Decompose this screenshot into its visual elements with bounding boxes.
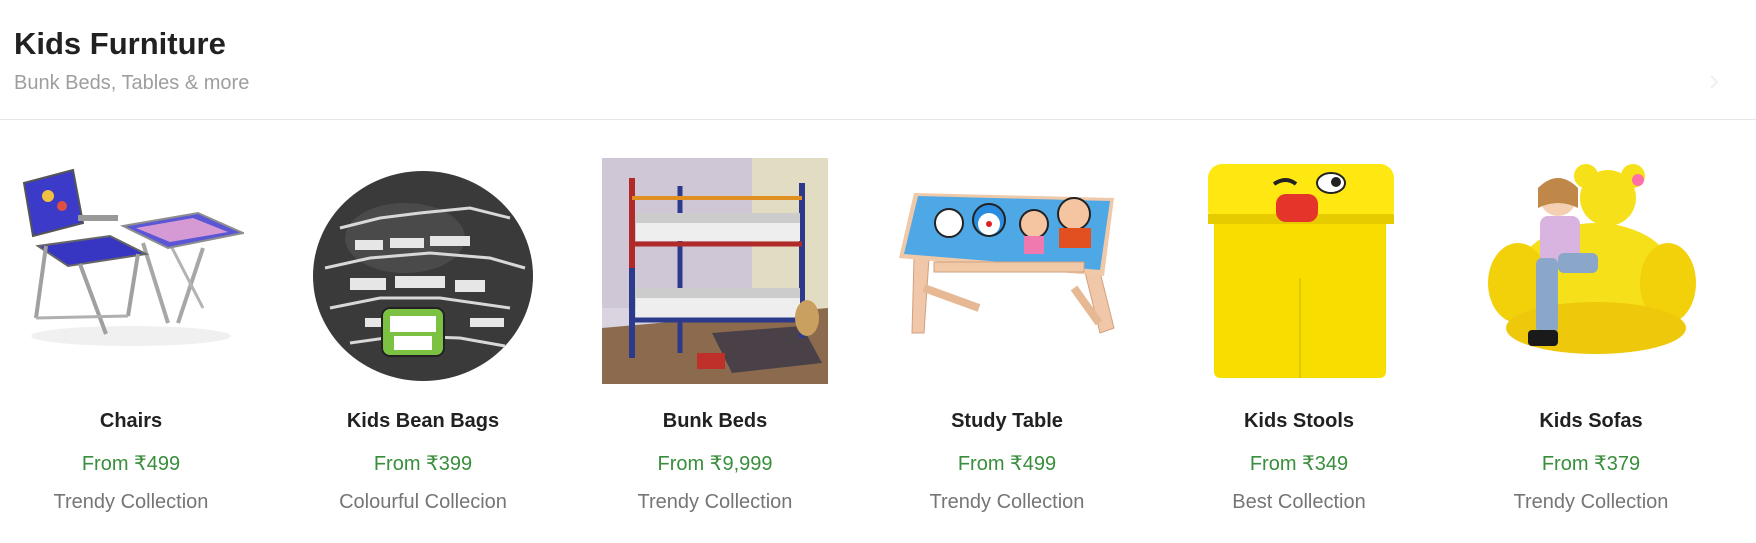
product-tagline: Best Collection <box>1232 491 1366 513</box>
product-price: From ₹379 <box>1541 453 1641 475</box>
product-card[interactable]: Kids Bean Bags From ₹399 Colourful Colle… <box>292 158 554 528</box>
product-price: From ₹349 <box>1249 453 1349 475</box>
product-card[interactable]: Kids Sofas From ₹379 Trendy Collection <box>1460 158 1722 528</box>
kids-chair-table-set-image[interactable] <box>18 158 244 384</box>
product-name: Kids Sofas <box>1539 410 1643 432</box>
product-price: From ₹499 <box>957 453 1057 475</box>
section-subtitle: Bunk Beds, Tables & more <box>14 72 250 94</box>
product-tagline: Colourful Collecion <box>339 491 507 513</box>
doraemon-study-table-image[interactable] <box>894 158 1120 384</box>
product-name: Kids Stools <box>1243 410 1354 432</box>
product-name: Chairs <box>99 410 163 432</box>
product-price: From ₹499 <box>81 453 181 475</box>
product-name: Kids Bean Bags <box>346 410 500 432</box>
product-tagline: Trendy Collection <box>1513 491 1669 513</box>
product-name: Bunk Beds <box>662 410 768 432</box>
ben10-bean-bag-image[interactable] <box>310 158 536 384</box>
product-card[interactable]: Bunk Beds From ₹9,999 Trendy Collection <box>584 158 846 528</box>
teddy-inflatable-sofa-image[interactable] <box>1478 158 1704 384</box>
product-tagline: Trendy Collection <box>929 491 1085 513</box>
section-title: Kids Furniture <box>14 26 226 61</box>
yellow-emoji-stool-image[interactable] <box>1186 158 1412 384</box>
product-tagline: Trendy Collection <box>53 491 209 513</box>
product-name: Study Table <box>951 410 1063 432</box>
bunk-bed-image[interactable] <box>602 158 828 384</box>
product-card[interactable]: Chairs From ₹499 Trendy Collection <box>0 158 262 528</box>
chevron-right-icon[interactable] <box>1702 70 1726 94</box>
product-price: From ₹399 <box>373 453 473 475</box>
product-card[interactable]: Study Table From ₹499 Trendy Collection <box>876 158 1138 528</box>
product-card[interactable]: Kids Stools From ₹349 Best Collection <box>1168 158 1430 528</box>
product-price: From ₹9,999 <box>657 453 773 475</box>
product-tagline: Trendy Collection <box>637 491 793 513</box>
section-header: Kids Furniture Bunk Beds, Tables & more <box>0 0 1756 120</box>
